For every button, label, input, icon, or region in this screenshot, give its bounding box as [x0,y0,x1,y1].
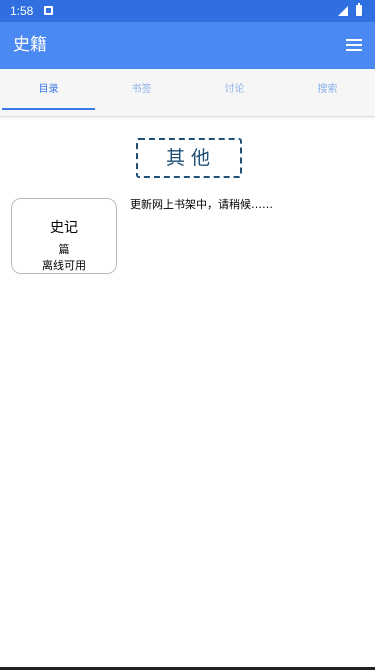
menu-icon[interactable] [346,38,362,52]
book-offline-label: 离线可用 [42,259,86,272]
status-time: 1:58 [10,4,34,18]
tab-discussion[interactable]: 讨论 [188,69,281,108]
notification-icon [44,6,53,15]
battery-icon [356,3,362,16]
book-card[interactable]: 史记 篇 离线可用 [11,198,117,274]
book-unit: 篇 [58,243,70,256]
tab-catalog[interactable]: 目录 [2,69,95,110]
tab-search[interactable]: 搜索 [281,69,374,108]
tab-bar: 目录 书签 讨论 搜索 [0,69,375,117]
app-title: 史籍 [13,35,47,55]
book-title: 史记 [50,220,78,236]
update-message: 更新网上书架中，请稍候…… [130,198,273,211]
app-bar: 史籍 [0,22,375,69]
tab-bookmarks[interactable]: 书签 [95,69,188,108]
signal-icon [338,6,348,16]
section-title: 其他 [136,138,242,178]
status-bar: 1:58 [0,0,375,22]
